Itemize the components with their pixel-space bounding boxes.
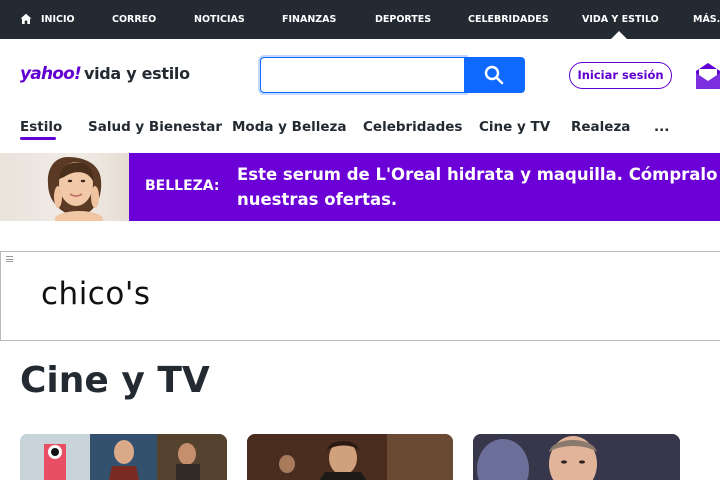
- topnav-item-celebridades[interactable]: CELEBRIDADES: [468, 0, 549, 39]
- logo-subtitle: vida y estilo: [83, 64, 190, 83]
- promo-category-tag: BELLEZA:: [145, 178, 220, 194]
- active-tab-underline: [20, 137, 56, 140]
- search-input[interactable]: [260, 57, 466, 93]
- subnav-item-celebridades[interactable]: Celebridades: [363, 119, 462, 135]
- topnav-item-noticias[interactable]: NOTICIAS: [194, 0, 245, 39]
- subnav-item-realeza[interactable]: Realeza: [571, 119, 630, 135]
- subnav-item-moda-y-belleza[interactable]: Moda y Belleza: [232, 119, 347, 135]
- topnav-item-deportes[interactable]: DEPORTES: [375, 0, 431, 39]
- article-card[interactable]: [473, 434, 680, 480]
- article-card[interactable]: [20, 434, 227, 480]
- promo-thumbnail-image: [0, 153, 129, 221]
- topnav-item-inicio[interactable]: INICIO: [41, 0, 75, 39]
- article-card-image: [247, 434, 453, 480]
- subnav-item-estilo[interactable]: Estilo: [20, 119, 62, 135]
- yahoo-wordmark: yahoo!: [20, 64, 82, 84]
- ad-options-icon[interactable]: [6, 256, 13, 262]
- advertiser-logo[interactable]: chico's: [41, 276, 151, 312]
- subnav-item-salud-y-bienestar[interactable]: Salud y Bienestar: [88, 119, 222, 135]
- subnav-more-button[interactable]: ...: [654, 119, 669, 135]
- topnav-item-mas[interactable]: MÁS...: [693, 0, 720, 39]
- article-card[interactable]: [247, 434, 453, 480]
- search-icon: [484, 65, 504, 85]
- article-card-image: [20, 434, 227, 480]
- yahoo-vida-y-estilo-logo[interactable]: yahoo! vida y estilo: [20, 64, 190, 86]
- advertisement-banner[interactable]: chico's: [0, 251, 720, 341]
- subnav-item-cine-y-tv[interactable]: Cine y TV: [479, 119, 550, 135]
- article-card-image: [473, 434, 680, 480]
- section-title: Cine y TV: [20, 360, 210, 401]
- search-box: [260, 57, 525, 93]
- sign-in-button[interactable]: Iniciar sesión: [569, 62, 672, 89]
- promo-headline[interactable]: Este serum de L'Oreal hidrata y maquilla…: [237, 162, 720, 212]
- search-button[interactable]: [464, 57, 525, 93]
- topnav-item-finanzas[interactable]: FINANZAS: [282, 0, 336, 39]
- mail-icon[interactable]: [696, 61, 720, 89]
- home-icon[interactable]: [20, 13, 32, 25]
- promo-banner[interactable]: BELLEZA: Este serum de L'Oreal hidrata y…: [0, 153, 720, 221]
- topnav-item-correo[interactable]: CORREO: [112, 0, 156, 39]
- active-indicator-caret: [611, 31, 627, 39]
- top-navigation-bar: INICIO CORREO NOTICIAS FINANZAS DEPORTES…: [0, 0, 720, 39]
